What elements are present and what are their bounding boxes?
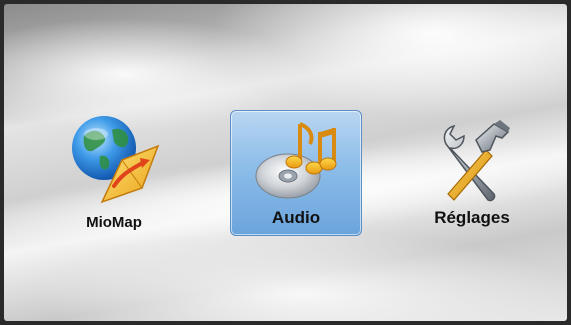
menu-item-reglages[interactable]: Réglages bbox=[412, 110, 532, 236]
menu-item-audio[interactable]: Audio bbox=[230, 110, 362, 236]
menu-item-label: MioMap bbox=[86, 214, 142, 231]
globe-map-icon bbox=[72, 116, 160, 204]
menu-item-label: Audio bbox=[271, 208, 321, 227]
cd-music-icon bbox=[255, 122, 337, 199]
menu-item-label: Réglages bbox=[434, 208, 510, 227]
menu-panel: MioMap Audio Réglages bbox=[4, 4, 567, 321]
tools-icon bbox=[443, 120, 510, 202]
menu-item-miomap[interactable]: MioMap bbox=[64, 110, 164, 236]
device-screen: MioMap Audio Réglages bbox=[0, 0, 571, 325]
